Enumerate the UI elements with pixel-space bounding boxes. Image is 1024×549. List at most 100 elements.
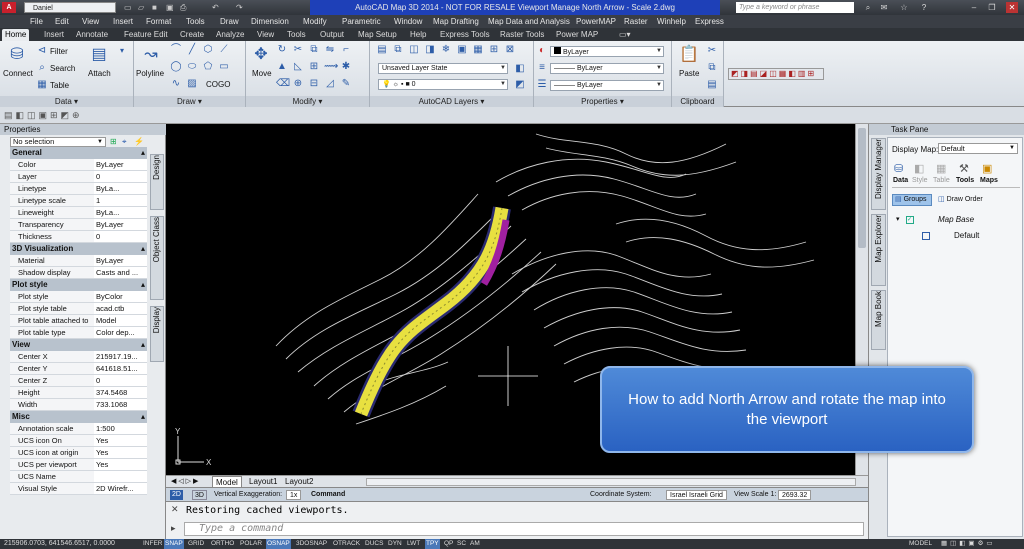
tab-analyze[interactable]: Analyze: [213, 29, 247, 41]
property-row[interactable]: Center X 215917.19...: [10, 351, 147, 363]
property-row[interactable]: UCS icon at origin Yes: [10, 447, 147, 459]
copy-icon[interactable]: ⧉: [308, 44, 320, 56]
scrollbar-thumb[interactable]: [858, 128, 866, 248]
tools-tool-label[interactable]: Tools: [956, 177, 974, 184]
polygon-icon[interactable]: ⬡: [202, 44, 214, 56]
stretch-icon[interactable]: ▲: [276, 61, 288, 73]
draw-order-button[interactable]: ◫ Draw Order: [938, 194, 998, 206]
side-tab-map-book[interactable]: Map Book: [871, 290, 886, 350]
connect-icon[interactable]: ⛁: [6, 45, 28, 65]
property-value[interactable]: 733.1068: [94, 399, 147, 410]
mode-3d-button[interactable]: 3D: [192, 490, 207, 500]
style-icon[interactable]: ◧: [914, 162, 924, 175]
toggle-ortho[interactable]: ORTHO: [210, 539, 235, 549]
side-tab-display-manager[interactable]: Display Manager: [871, 138, 886, 210]
search-icon[interactable]: ⌕: [862, 2, 874, 13]
property-value[interactable]: 2D Wirefr...: [94, 483, 147, 494]
toolbar-icons[interactable]: ◩◨▤◪◫▦◧▥⊞: [731, 69, 816, 78]
save-as-icon[interactable]: ▣: [166, 3, 175, 12]
linetype-dropdown[interactable]: ——— ByLayer ▼: [550, 63, 664, 74]
toggle-sc[interactable]: SC: [456, 539, 467, 549]
property-value[interactable]: Model: [94, 315, 147, 326]
menu-insert[interactable]: Insert: [113, 15, 133, 28]
lineweight-icon[interactable]: ☰: [536, 79, 548, 91]
fillet-icon[interactable]: ⌐: [340, 44, 352, 56]
collapse-icon[interactable]: ▴: [141, 147, 145, 159]
tab-help[interactable]: Help: [407, 29, 429, 41]
property-value[interactable]: Yes: [94, 447, 147, 458]
property-row[interactable]: Layer 0: [10, 171, 147, 183]
join-icon[interactable]: ⊕: [292, 78, 304, 90]
menu-modify[interactable]: Modify: [303, 15, 327, 28]
spline-icon[interactable]: ∿: [170, 78, 182, 90]
collapse-icon[interactable]: ▴: [141, 411, 145, 423]
property-row[interactable]: Transparency ByLayer: [10, 219, 147, 231]
property-value[interactable]: Yes: [94, 459, 147, 470]
polyline-icon[interactable]: ↝: [140, 45, 162, 65]
arc-icon[interactable]: ⌒: [170, 44, 182, 56]
tab-view[interactable]: View: [254, 29, 277, 41]
match-properties-icon[interactable]: ◐: [536, 45, 548, 57]
rotate-icon[interactable]: ↻: [276, 44, 288, 56]
property-row[interactable]: Thickness 0: [10, 231, 147, 243]
layer-delete-icon[interactable]: ⊠: [504, 44, 516, 56]
quick-select-icon[interactable]: ⚡: [134, 137, 144, 146]
toggle-grid[interactable]: GRID: [187, 539, 205, 549]
toggle-lwt[interactable]: LWT: [406, 539, 421, 549]
open-icon[interactable]: ▱: [138, 3, 147, 12]
cut-icon[interactable]: ✂: [706, 45, 718, 57]
construction-line-icon[interactable]: ⟋: [218, 44, 230, 56]
property-row[interactable]: UCS per viewport Yes: [10, 459, 147, 471]
tab-home[interactable]: Home: [2, 29, 30, 41]
layer-lock-icon[interactable]: ▣: [456, 44, 468, 56]
command-label[interactable]: Command: [311, 490, 345, 500]
tab-raster-tools[interactable]: Raster Tools: [497, 29, 547, 41]
toggle-3dosnap[interactable]: 3DOSNAP: [295, 539, 328, 549]
property-value[interactable]: Yes: [94, 435, 147, 446]
toggle-snap[interactable]: SNAP: [164, 539, 184, 549]
coordinate-system-value[interactable]: Israel Israeli Grid: [666, 490, 727, 500]
maps-tool-label[interactable]: Maps: [980, 177, 998, 184]
paste-button[interactable]: Paste: [679, 69, 699, 78]
property-row[interactable]: Center Z 0: [10, 375, 147, 387]
checkbox-icon[interactable]: ✓: [906, 216, 914, 224]
close-icon[interactable]: ✕: [171, 504, 179, 515]
layer-merge-icon[interactable]: ⊞: [488, 44, 500, 56]
tab-tools[interactable]: Tools: [284, 29, 309, 41]
property-value[interactable]: ByLa...: [94, 207, 147, 218]
property-row[interactable]: Linetype scale 1: [10, 195, 147, 207]
undo-icon[interactable]: ↶: [212, 3, 221, 12]
attach-icon[interactable]: ▤: [88, 45, 110, 65]
layer-dropdown[interactable]: 💡 ☼ ▪ ■ 0 ▼: [378, 79, 508, 90]
vertical-exaggeration-dropdown[interactable]: 1x: [286, 490, 302, 500]
display-map-dropdown[interactable]: Default ▼: [938, 143, 1018, 154]
offset-icon[interactable]: ⟿: [324, 61, 338, 73]
toggle-am[interactable]: AM: [469, 539, 481, 549]
property-value[interactable]: 0: [94, 231, 147, 242]
layer-match-icon[interactable]: ⧉: [392, 44, 404, 56]
property-row[interactable]: Annotation scale 1:500: [10, 423, 147, 435]
properties-brush-icon[interactable]: ✎: [340, 78, 352, 90]
property-row[interactable]: Color ByLayer: [10, 159, 147, 171]
property-value[interactable]: Color dep...: [94, 327, 147, 338]
trim-icon[interactable]: ✂: [292, 44, 304, 56]
side-tab-object-class[interactable]: Object Class: [150, 216, 164, 300]
array-icon[interactable]: ⊞: [308, 61, 320, 73]
search-button[interactable]: Search: [50, 64, 75, 73]
table-view-icon[interactable]: ▦: [936, 162, 946, 175]
menu-file[interactable]: File: [30, 15, 43, 28]
toggle-otrack[interactable]: OTRACK: [332, 539, 361, 549]
collapse-icon[interactable]: ▴: [141, 339, 145, 351]
property-row[interactable]: Center Y 641618.51...: [10, 363, 147, 375]
model-space-toggle[interactable]: MODEL: [908, 539, 933, 549]
tab-power-map[interactable]: Power MAP: [553, 29, 601, 41]
tab-map-setup[interactable]: Map Setup: [355, 29, 400, 41]
polyline-button[interactable]: Polyline: [136, 69, 164, 78]
layer-state-icon[interactable]: ◧: [514, 63, 526, 75]
color-dropdown[interactable]: ByLayer ▼: [550, 46, 664, 57]
properties-section[interactable]: Plot style ▴: [10, 279, 147, 291]
property-value[interactable]: 0: [94, 171, 147, 182]
property-value[interactable]: [94, 471, 147, 482]
property-row[interactable]: Width 733.1068: [10, 399, 147, 411]
selection-dropdown[interactable]: No selection ▼: [10, 137, 106, 147]
